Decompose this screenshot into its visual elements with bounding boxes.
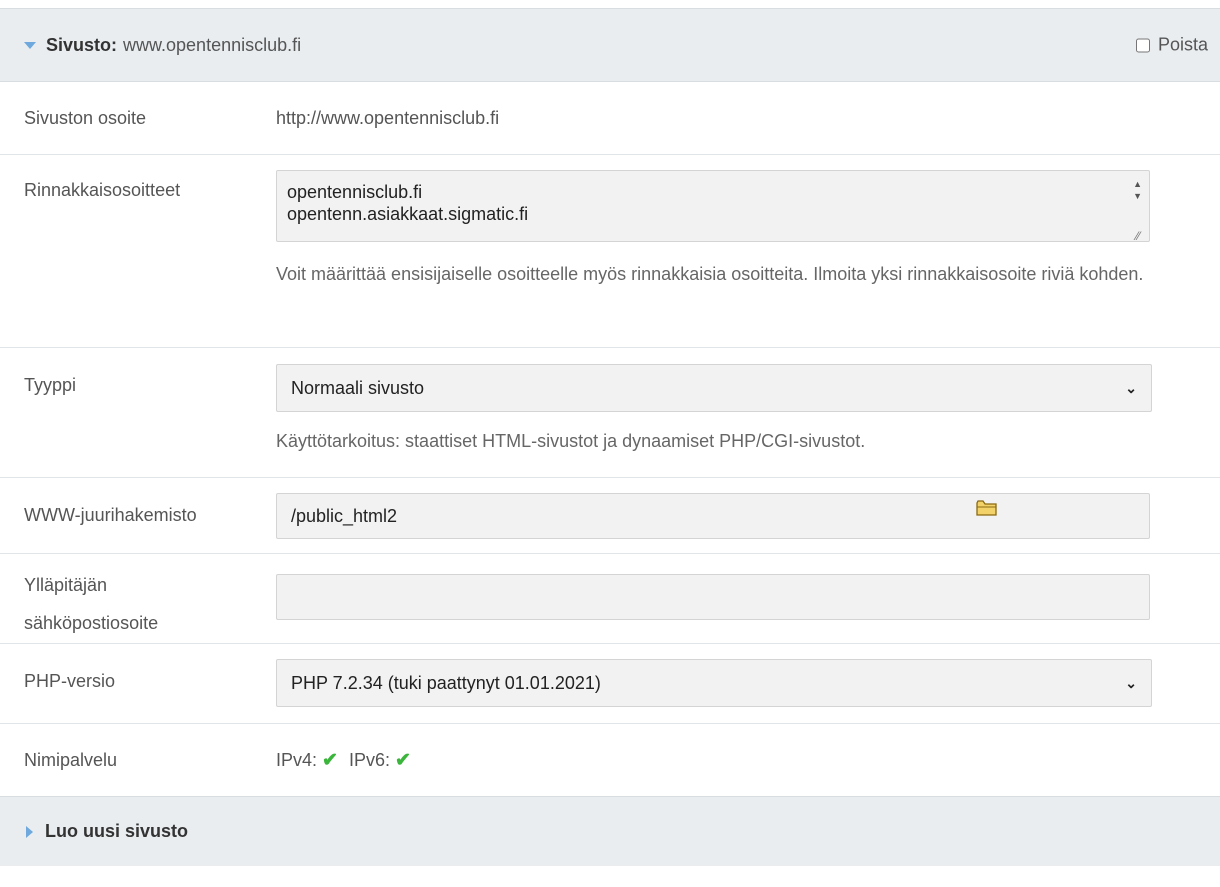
webroot-input[interactable]: /public_html2 bbox=[276, 493, 1150, 539]
php-version-select[interactable]: PHP 7.2.34 (tuki paattynyt 01.01.2021) ⌄ bbox=[276, 659, 1152, 707]
triangle-right-icon[interactable] bbox=[26, 825, 33, 838]
site-panel-header[interactable]: Sivusto: www.opentennisclub.fi Poista bbox=[0, 8, 1220, 82]
row-webroot: WWW-juurihakemisto /public_html2 bbox=[0, 478, 1220, 554]
row-aliases: Rinnakkaisosoitteet opentennisclub.fi op… bbox=[0, 155, 1220, 348]
ipv6-label: IPv6: bbox=[348, 750, 391, 770]
new-site-panel-header[interactable]: Luo uusi sivusto bbox=[0, 796, 1220, 866]
resize-grip-icon[interactable]: ⁄⁄ bbox=[1136, 229, 1140, 243]
type-help: Käyttötarkoitus: staattiset HTML-sivusto… bbox=[276, 431, 866, 451]
aliases-label: Rinnakkaisosoitteet bbox=[24, 180, 181, 200]
type-label: Tyyppi bbox=[24, 375, 77, 395]
aliases-textarea[interactable]: opentennisclub.fi opentenn.asiakkaat.sig… bbox=[276, 170, 1150, 242]
row-php-version: PHP-versio PHP 7.2.34 (tuki paattynyt 01… bbox=[0, 644, 1220, 724]
row-site-address: Sivuston osoite http://www.opentennisclu… bbox=[0, 82, 1220, 155]
site-address-label: Sivuston osoite bbox=[24, 108, 147, 128]
type-select[interactable]: Normaali sivusto ⌄ bbox=[276, 364, 1152, 412]
site-domain: www.opentennisclub.fi bbox=[123, 34, 302, 55]
webroot-label: WWW-juurihakemisto bbox=[24, 505, 197, 525]
triangle-down-icon[interactable] bbox=[24, 41, 36, 49]
check-icon: ✔ bbox=[395, 750, 411, 771]
php-version-selected: PHP 7.2.34 (tuki paattynyt 01.01.2021) bbox=[291, 672, 601, 693]
delete-label: Poista bbox=[1157, 34, 1208, 55]
aliases-help: Voit määrittää ensisijaiselle osoitteell… bbox=[276, 264, 1144, 284]
site-label: Sivusto: bbox=[46, 34, 118, 55]
row-type: Tyyppi Normaali sivusto ⌄ Käyttötarkoitu… bbox=[0, 348, 1220, 478]
dns-label: Nimipalvelu bbox=[24, 750, 118, 770]
type-selected: Normaali sivusto bbox=[291, 377, 425, 398]
php-version-label: PHP-versio bbox=[24, 671, 116, 691]
new-site-label: Luo uusi sivusto bbox=[45, 821, 189, 841]
top-strip bbox=[0, 0, 1220, 8]
delete-checkbox[interactable] bbox=[1135, 38, 1150, 52]
textarea-scrollbar[interactable]: ▲ ▼ bbox=[1133, 178, 1142, 202]
admin-email-input[interactable] bbox=[276, 574, 1150, 620]
chevron-down-icon: ⌄ bbox=[1125, 379, 1137, 396]
row-admin-email: Ylläpitäjän sähköpostiosoite bbox=[0, 554, 1220, 644]
delete-toggle[interactable]: Poista bbox=[1135, 34, 1208, 56]
folder-icon[interactable] bbox=[976, 500, 998, 516]
check-icon: ✔ bbox=[322, 750, 338, 771]
row-dns: Nimipalvelu IPv4: ✔ IPv6: ✔ bbox=[0, 724, 1220, 796]
chevron-down-icon: ⌄ bbox=[1125, 674, 1137, 691]
ipv4-label: IPv4: bbox=[276, 750, 318, 770]
site-address-value: http://www.opentennisclub.fi bbox=[276, 108, 500, 128]
admin-email-label-line1: Ylläpitäjän bbox=[24, 575, 108, 595]
admin-email-label: Ylläpitäjän sähköpostiosoite bbox=[0, 554, 276, 643]
admin-email-label-line2: sähköpostiosoite bbox=[24, 613, 159, 633]
